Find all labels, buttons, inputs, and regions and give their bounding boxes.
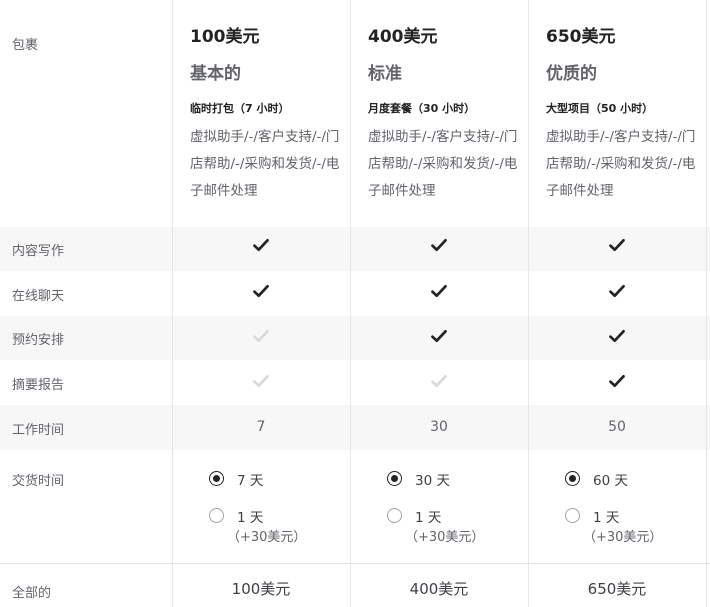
package-description: 虚拟助手/-/客户支持/-/门店帮助/-/采购和发货/-/电子邮件处理 [190,129,340,199]
package-subtitle: 月度套餐（30 小时） [368,102,476,115]
delivery-fast-radio[interactable] [565,508,580,523]
delivery-default-label: 60 天 [593,473,628,489]
package-tier: 优质的 [546,64,597,84]
delivery-fast-radio[interactable] [209,508,224,523]
package-header: 650美元优质的大型项目（50 小时） 虚拟助手/-/客户支持/-/门店帮助/-/… [546,22,706,205]
package-price: 400美元 [368,27,438,47]
package-header: 100美元基本的临时打包（7 小时） 虚拟助手/-/客户支持/-/门店帮助/-/采… [190,22,350,205]
package-description: 虚拟助手/-/客户支持/-/门店帮助/-/采购和发货/-/电子邮件处理 [546,129,696,199]
package-comparison-table: 包裹 内容写作 在线聊天 预约安排 摘要报告 工作时间 交货时间 全部的 100… [0,0,710,607]
work-hours-value: 7 [256,419,266,435]
package-header: 400美元标准月度套餐（30 小时） 虚拟助手/-/客户支持/-/门店帮助/-/采… [368,22,528,205]
package-description: 虚拟助手/-/客户支持/-/门店帮助/-/采购和发货/-/电子邮件处理 [368,129,518,199]
check-icon [609,238,625,252]
check-icon [431,284,447,298]
row-label-delivery-time: 交货时间 [12,474,65,489]
row-content-writing [0,227,710,271]
package-price: 650美元 [546,27,616,47]
delivery-fast-extra-price: （+30美元） [227,530,307,545]
package-total: 100美元 [231,580,291,598]
check-icon [431,329,447,343]
check-icon [253,284,269,298]
package-subtitle: 临时打包（7 小时） [190,102,290,115]
work-hours-value: 30 [430,419,448,435]
row-label-appointment: 预约安排 [12,333,65,348]
check-icon [253,238,269,252]
delivery-fast-label: 1 天 [593,510,620,526]
package-tier: 基本的 [190,64,241,84]
delivery-default-label: 30 天 [415,473,450,489]
row-appointment [0,316,710,360]
row-label-live-chat: 在线聊天 [12,289,65,304]
divider-total [0,563,710,564]
column-divider [706,0,707,607]
check-icon [609,329,625,343]
check-icon [609,284,625,298]
column-divider [350,0,351,607]
check-icon [431,238,447,252]
check-icon [609,374,625,388]
delivery-default-radio[interactable] [387,471,402,486]
package-tier: 标准 [368,64,402,84]
column-divider [528,0,529,607]
package-price: 100美元 [190,27,260,47]
row-label-content-writing: 内容写作 [12,244,65,259]
row-label-package: 包裹 [12,38,39,53]
delivery-fast-extra-price: （+30美元） [583,530,663,545]
row-label-summary-report: 摘要报告 [12,378,65,393]
row-label-total: 全部的 [12,586,52,601]
delivery-fast-label: 1 天 [237,510,264,526]
check-icon [431,374,447,388]
delivery-fast-label: 1 天 [415,510,442,526]
work-hours-value: 50 [608,419,626,435]
package-total: 400美元 [409,580,469,598]
delivery-fast-radio[interactable] [387,508,402,523]
delivery-default-radio[interactable] [565,471,580,486]
package-total: 650美元 [587,580,647,598]
check-icon [253,374,269,388]
column-divider [172,0,173,607]
package-subtitle: 大型项目（50 小时） [546,102,654,115]
delivery-default-radio[interactable] [209,471,224,486]
delivery-fast-extra-price: （+30美元） [405,530,485,545]
check-icon [253,329,269,343]
row-label-work-hours: 工作时间 [12,423,65,438]
delivery-default-label: 7 天 [237,473,264,489]
